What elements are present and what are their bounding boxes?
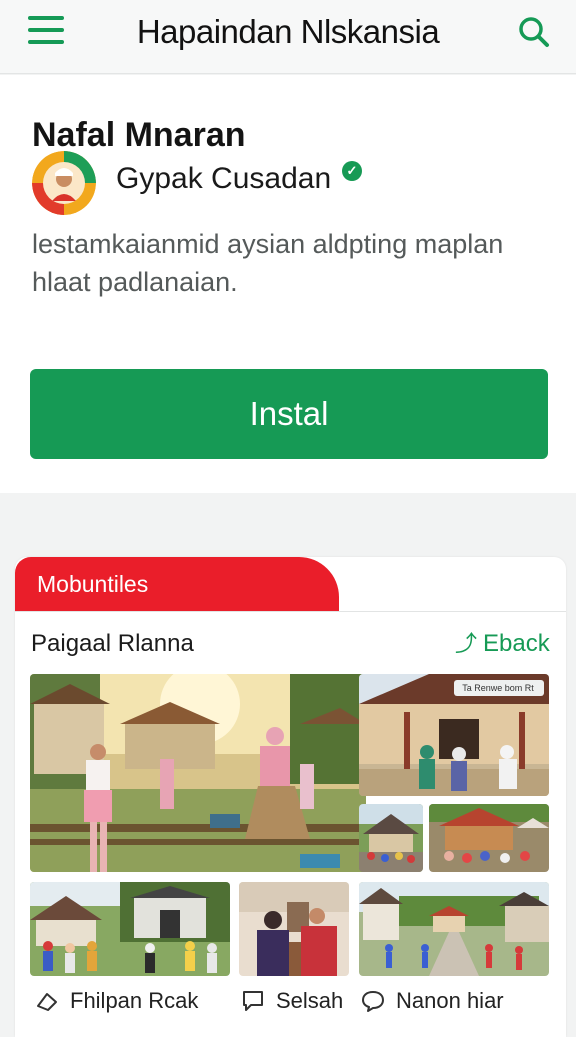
developer-name[interactable]: Gypak Cusadan <box>116 159 331 199</box>
app-logo <box>32 151 96 215</box>
photo-pavilion-crowd[interactable] <box>359 804 423 872</box>
section-title: Paigaal Rlanna <box>31 630 194 657</box>
page-title: Hapaindan Nlskansia <box>136 13 440 50</box>
back-arrow-icon: ⤴ <box>455 631 478 656</box>
comment-action-label: Selsah <box>276 988 344 1013</box>
top-app-bar: Hapaindan Nlskansia <box>0 0 576 74</box>
media-tab[interactable]: Mobuntiles <box>15 557 339 611</box>
chat-action-label: Nanon hiar <box>396 988 504 1013</box>
photo-village-courtyard[interactable] <box>30 674 366 872</box>
media-card: Mobuntiles Paigaal Rlanna ⤴ Eback <box>15 557 566 1037</box>
photo-village-gathering[interactable] <box>30 882 230 976</box>
chat-icon <box>362 991 384 1012</box>
share-action-label: Fhilpan Rcak <box>70 988 199 1013</box>
install-button[interactable]: Instal <box>30 369 548 459</box>
divider <box>15 611 566 612</box>
app-info-card: Nafal Mnaran Gypak Cusadan ✓ lestamkaian… <box>0 75 576 493</box>
menu-icon[interactable] <box>28 16 64 48</box>
verified-badge-icon: ✓ <box>342 161 362 181</box>
photo-market-stalls[interactable] <box>429 804 549 872</box>
chat-action[interactable]: Nanon hiar <box>360 986 504 1016</box>
app-name: Nafal Mnaran <box>32 116 246 154</box>
photo-badge: Ta Renwe bom Rt <box>462 683 534 693</box>
photo-village-street[interactable] <box>359 882 549 976</box>
comment-action[interactable]: Selsah <box>240 986 343 1016</box>
comment-icon <box>243 991 263 1011</box>
media-tab-label: Mobuntiles <box>37 571 149 597</box>
share-icon <box>37 993 57 1011</box>
back-link[interactable]: ⤴ Eback <box>455 629 550 659</box>
search-icon[interactable] <box>514 12 554 52</box>
back-link-label: Eback <box>483 630 550 657</box>
app-description: lestamkaianmid aysian aldpting maplan hl… <box>32 229 504 297</box>
photo-indoor-meeting[interactable] <box>239 882 349 976</box>
share-action[interactable]: Fhilpan Rcak <box>34 986 198 1016</box>
